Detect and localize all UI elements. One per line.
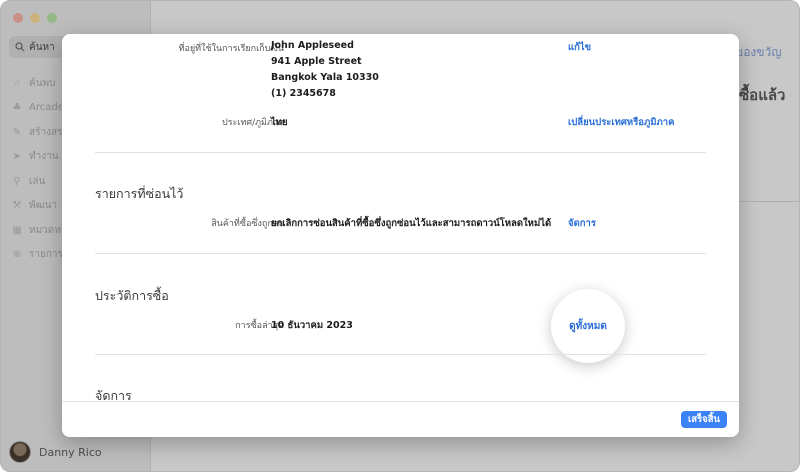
brush-icon: ✎ [12,126,22,138]
hidden-items-heading: รายการที่ซ่อนไว้ [95,186,184,201]
sidebar-item-label: Arcade [29,102,64,114]
minimize-window-button[interactable] [30,13,40,23]
billing-phone: (1) 2345678 [271,88,336,99]
sheet-content: ที่อยู่ที่ใช้ในการเรียกเก็บเงิน John App… [62,34,739,401]
latest-purchase-date: 10 ธันวาคม 2023 [271,320,353,331]
see-all-link[interactable]: ดูทั้งหมด [569,319,607,334]
sidebar-item-label: เล่น [29,175,46,187]
paper-plane-icon: ➤ [12,151,22,163]
grid-icon: ▦ [12,224,22,236]
country-label: ประเทศ/ภูมิภาค [221,118,284,128]
billing-street: 941 Apple Street [271,56,362,67]
search-icon [15,42,25,52]
purchase-history-heading: ประวัติการซื้อ [95,288,169,303]
latest-purchase-label: การซื้อล่าสุด [235,321,284,331]
window-controls [13,13,57,23]
sidebar-item-label: พัฒนา [29,200,58,212]
divider [95,152,706,153]
edit-billing-link[interactable]: แก้ไข [568,40,591,55]
purchased-heading: ซื้อแล้ว [739,86,786,104]
sidebar-item-label: ทำงาน [29,151,59,163]
billing-name: John Appleseed [271,40,354,51]
close-window-button[interactable] [13,13,23,23]
account-settings-sheet: ที่อยู่ที่ใช้ในการเรียกเก็บเงิน John App… [62,34,739,437]
done-button[interactable]: เสร็จสิ้น [680,411,727,428]
gift-link[interactable]: ของขวัญ [735,43,781,62]
hammer-icon: ⚒ [12,200,22,212]
rocket-icon: ⚲ [13,175,21,187]
billing-city: Bangkok Yala 10330 [271,72,379,83]
billing-address-label: ที่อยู่ที่ใช้ในการเรียกเก็บเงิน [178,44,284,54]
avatar [9,441,31,463]
arcade-icon: ♣ [12,102,22,114]
search-placeholder: ค้นหา [29,41,55,53]
country-value: ไทย [271,117,288,128]
see-all-highlight[interactable]: ดูทั้งหมด [551,289,625,363]
user-name: Danny Rico [39,445,102,459]
manage-heading: จัดการ [95,388,132,401]
manage-hidden-link[interactable]: จัดการ [568,216,596,231]
divider [95,354,706,355]
star-icon: ☆ [12,77,22,89]
divider [739,201,799,202]
update-icon: ⊕ [12,249,22,261]
change-country-link[interactable]: เปลี่ยนประเทศหรือภูมิภาค [568,115,674,130]
hidden-purchases-description: ยกเลิกการซ่อนสินค้าที่ซื้อซึ่งถูกซ่อนไว้… [271,218,552,229]
sheet-footer: เสร็จสิ้น [62,401,739,437]
user-account[interactable]: Danny Rico [9,441,102,463]
sidebar-item-label: ค้นพบ [29,77,56,89]
zoom-window-button[interactable] [47,13,57,23]
divider [95,253,706,254]
hidden-purchases-label: สินค้าที่ซื้อซึ่งถูกลบ [211,219,284,229]
